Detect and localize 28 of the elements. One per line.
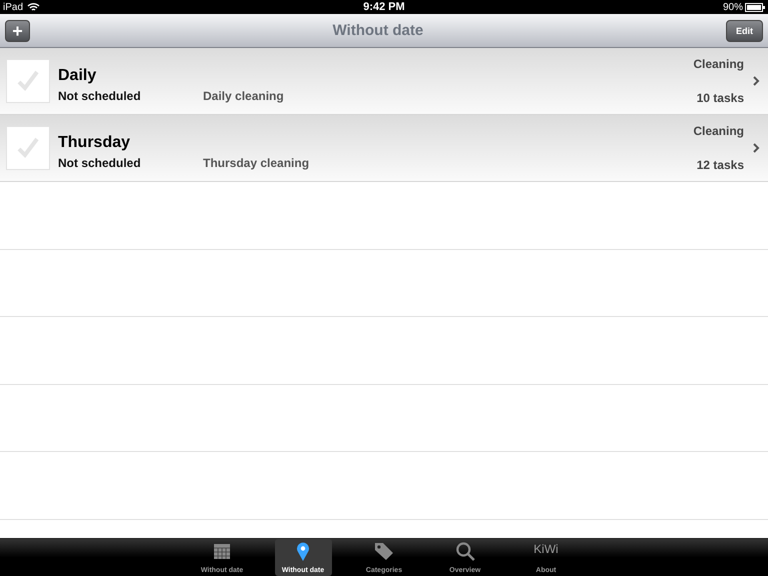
- category-text: Cleaning: [693, 57, 744, 71]
- battery-icon: [744, 2, 765, 12]
- task-title: Thursday: [58, 134, 132, 152]
- list-row[interactable]: Thursday Not scheduled Thursday cleaning Cleaning 12 tasks: [0, 115, 768, 182]
- device-name: iPad: [3, 2, 24, 12]
- edit-button[interactable]: Edit: [726, 20, 763, 42]
- status-time: 9:42 PM: [363, 1, 405, 13]
- pin-icon: [296, 542, 310, 562]
- add-button[interactable]: +: [5, 20, 30, 42]
- schedule-text: Not scheduled: [58, 156, 142, 170]
- checkbox[interactable]: [6, 126, 50, 170]
- description-text: Thursday cleaning: [203, 156, 310, 170]
- checkbox[interactable]: [6, 59, 50, 103]
- search-icon: [456, 542, 474, 561]
- task-count: 12 tasks: [696, 158, 744, 172]
- task-title: Daily: [58, 67, 98, 85]
- task-count: 10 tasks: [696, 91, 744, 105]
- list-row[interactable]: Daily Not scheduled Daily cleaning Cleaning 10 tasks: [0, 48, 768, 115]
- schedule-text: Not scheduled: [58, 89, 142, 103]
- screen-title: Without date: [332, 22, 424, 39]
- category-text: Cleaning: [693, 124, 744, 138]
- description-text: Daily cleaning: [203, 89, 285, 103]
- tag-icon: [374, 542, 394, 560]
- chevron-icon: [753, 76, 760, 86]
- wifi-icon: [27, 2, 40, 12]
- calendar-icon: [213, 542, 231, 560]
- battery-percent: 90%: [722, 2, 743, 12]
- chevron-icon: [753, 143, 760, 153]
